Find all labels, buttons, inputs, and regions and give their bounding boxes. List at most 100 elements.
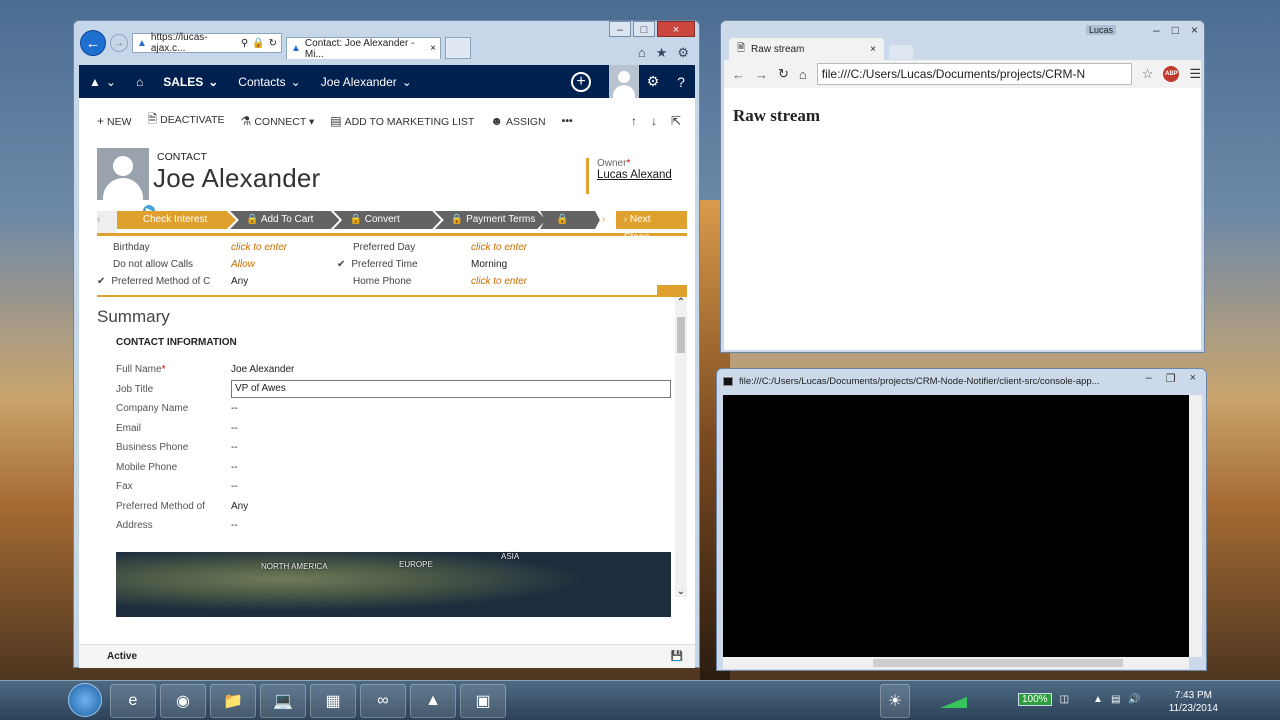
adblock-icon[interactable]: ABP bbox=[1163, 66, 1180, 82]
stage-check-interest[interactable]: Check Interest bbox=[116, 211, 237, 229]
stage-field-value[interactable]: Any bbox=[231, 276, 347, 287]
owner-link[interactable]: Lucas Alexand bbox=[597, 169, 686, 181]
taskbar-vlc-icon[interactable]: ▲ bbox=[410, 684, 456, 718]
home-icon[interactable]: ⌂ bbox=[799, 67, 807, 82]
avatar[interactable] bbox=[609, 65, 639, 98]
close-icon[interactable]: × bbox=[430, 43, 436, 54]
scroll-thumb[interactable] bbox=[873, 659, 1123, 667]
arrow-up-icon[interactable]: ↑ bbox=[631, 114, 637, 128]
battery-indicator[interactable]: 100% bbox=[1018, 693, 1052, 706]
taskbar-console-icon[interactable]: ▣ bbox=[460, 684, 506, 718]
deactivate-button[interactable]: 🗎 DEACTIVATE bbox=[148, 110, 225, 131]
process-prev-arrow[interactable]: ‹ bbox=[97, 211, 117, 233]
close-window-icon[interactable]: × bbox=[1190, 372, 1196, 385]
maximize-icon[interactable]: □ bbox=[633, 21, 655, 37]
stage-field-value[interactable]: click to enter bbox=[231, 242, 347, 253]
nav-sales[interactable]: SALES ⌄ bbox=[153, 65, 228, 98]
crm-logo-menu[interactable]: ▲ ⌄ bbox=[79, 65, 126, 98]
taskbar-project-icon[interactable]: ▦ bbox=[310, 684, 356, 718]
taskbar-ie-icon[interactable]: e bbox=[110, 684, 156, 718]
address-map[interactable]: NORTH AMERICA EUROPE ASIA bbox=[116, 552, 671, 617]
taskbar-chrome-icon[interactable]: ◉ bbox=[160, 684, 206, 718]
connect-button[interactable]: ⚗ CONNECT ▾ bbox=[241, 114, 315, 128]
favorites-star-icon[interactable]: ★ bbox=[656, 45, 668, 61]
stage-convert[interactable]: 🔒 Convert bbox=[333, 211, 441, 229]
field-value[interactable]: Any bbox=[231, 501, 248, 512]
more-commands-icon[interactable]: ••• bbox=[562, 115, 573, 127]
chrome-tab[interactable]: 🗎 Raw stream × bbox=[729, 38, 884, 60]
clock[interactable]: 7:43 PM 11/23/2014 bbox=[1169, 689, 1218, 715]
chrome-url-bar[interactable]: file:///C:/Users/Lucas/Documents/project… bbox=[816, 63, 1132, 85]
show-hidden-icons[interactable]: ▲ bbox=[1093, 694, 1103, 705]
back-arrow-icon[interactable]: ← bbox=[732, 67, 745, 82]
next-stage-button[interactable]: › Next Stage bbox=[615, 211, 687, 243]
field-value[interactable]: -- bbox=[231, 462, 238, 473]
reload-icon[interactable]: ↻ bbox=[778, 66, 789, 82]
collapse-icon[interactable] bbox=[657, 285, 687, 295]
ie-tab-contact[interactable]: ▲ Contact: Joe Alexander - Mi... × bbox=[286, 37, 441, 60]
console-horizontal-scrollbar[interactable] bbox=[723, 657, 1189, 669]
power-icon[interactable]: ◫ bbox=[1060, 694, 1069, 705]
chrome-new-tab[interactable] bbox=[889, 45, 913, 59]
taskbar-visual-studio-icon[interactable]: ∞ bbox=[360, 684, 406, 718]
nav-contacts[interactable]: Contacts ⌄ bbox=[228, 65, 310, 98]
stage-follow[interactable]: 🔒 Follow bbox=[540, 211, 600, 229]
ie-new-tab[interactable] bbox=[445, 37, 471, 59]
minimize-icon[interactable]: – bbox=[1146, 372, 1152, 385]
search-icon[interactable]: ⚲ bbox=[241, 38, 248, 49]
menu-icon[interactable]: ☰ bbox=[1189, 66, 1201, 82]
taskbar-remote-desktop-icon[interactable]: 💻 bbox=[260, 684, 306, 718]
form-scrollbar[interactable]: ⌃ ⌄ bbox=[675, 297, 687, 597]
stage-field-value[interactable]: Allow bbox=[231, 259, 347, 270]
home-nav-icon[interactable]: ⌂ bbox=[126, 65, 153, 98]
taskbar-network-app-icon[interactable]: ☀ bbox=[880, 684, 910, 718]
job-title-input[interactable]: VP of Awes bbox=[231, 380, 671, 399]
console-output[interactable] bbox=[723, 395, 1189, 657]
maximize-icon[interactable]: □ bbox=[1172, 23, 1179, 37]
back-arrow-icon[interactable]: ← bbox=[80, 30, 106, 56]
chrome-user-badge[interactable]: Lucas bbox=[1085, 25, 1116, 35]
field-value[interactable]: -- bbox=[231, 442, 238, 453]
field-value[interactable]: -- bbox=[231, 403, 238, 414]
taskbar-explorer-icon[interactable]: 📁 bbox=[210, 684, 256, 718]
field-value[interactable]: Joe Alexander bbox=[231, 364, 294, 375]
new-button[interactable]: + NEW bbox=[97, 114, 132, 128]
network-icon[interactable]: ▤ bbox=[1111, 694, 1120, 705]
expand-icon[interactable]: ⇱ bbox=[671, 114, 681, 128]
assign-button[interactable]: ☻ ASSIGN bbox=[490, 114, 545, 128]
stage-field-value[interactable]: click to enter bbox=[471, 242, 589, 253]
help-icon[interactable]: ? bbox=[667, 74, 695, 90]
scroll-up-icon[interactable]: ⌃ bbox=[675, 297, 687, 308]
console-vertical-scrollbar[interactable] bbox=[1189, 395, 1202, 657]
add-to-marketing-list-button[interactable]: ▤ ADD TO MARKETING LIST bbox=[330, 114, 474, 128]
scroll-down-icon[interactable]: ⌄ bbox=[675, 586, 687, 597]
scroll-thumb[interactable] bbox=[677, 317, 685, 353]
save-icon[interactable]: 💾 bbox=[671, 645, 683, 669]
refresh-icon[interactable]: ↻ bbox=[269, 38, 277, 49]
field-value[interactable]: -- bbox=[231, 481, 238, 492]
ie-address-bar[interactable]: ▲ https://lucas-ajax.c... ⚲ 🔒 ↻ bbox=[132, 32, 282, 54]
bookmark-star-icon[interactable]: ☆ bbox=[1142, 66, 1154, 82]
stage-add-to-cart[interactable]: 🔒 Add To Cart bbox=[230, 211, 340, 229]
minimize-icon[interactable]: – bbox=[609, 21, 631, 37]
close-icon[interactable]: × bbox=[870, 44, 876, 55]
stage-field-value[interactable]: click to enter bbox=[471, 276, 589, 287]
signal-strength-icon[interactable] bbox=[940, 694, 974, 708]
volume-icon[interactable]: 🔊 bbox=[1128, 694, 1140, 705]
stage-field-value[interactable]: Morning bbox=[471, 259, 589, 270]
field-value[interactable]: -- bbox=[231, 423, 238, 434]
close-window-icon[interactable]: × bbox=[657, 21, 695, 37]
nav-record[interactable]: Joe Alexander ⌄ bbox=[311, 65, 422, 98]
contact-photo[interactable] bbox=[97, 148, 149, 200]
stage-payment-terms[interactable]: 🔒 Payment Terms bbox=[434, 211, 547, 229]
create-plus-icon[interactable]: + bbox=[571, 71, 591, 92]
restore-icon[interactable]: ❐ bbox=[1166, 372, 1176, 385]
forward-arrow-icon[interactable]: → bbox=[755, 67, 768, 82]
close-window-icon[interactable]: × bbox=[1191, 23, 1198, 37]
minimize-icon[interactable]: – bbox=[1153, 23, 1160, 37]
gear-icon[interactable]: ⚙ bbox=[677, 45, 689, 61]
settings-gear-icon[interactable]: ⚙ bbox=[639, 73, 667, 90]
home-icon[interactable]: ⌂ bbox=[638, 45, 646, 61]
field-value[interactable]: -- bbox=[231, 520, 238, 531]
start-button[interactable] bbox=[68, 683, 102, 717]
